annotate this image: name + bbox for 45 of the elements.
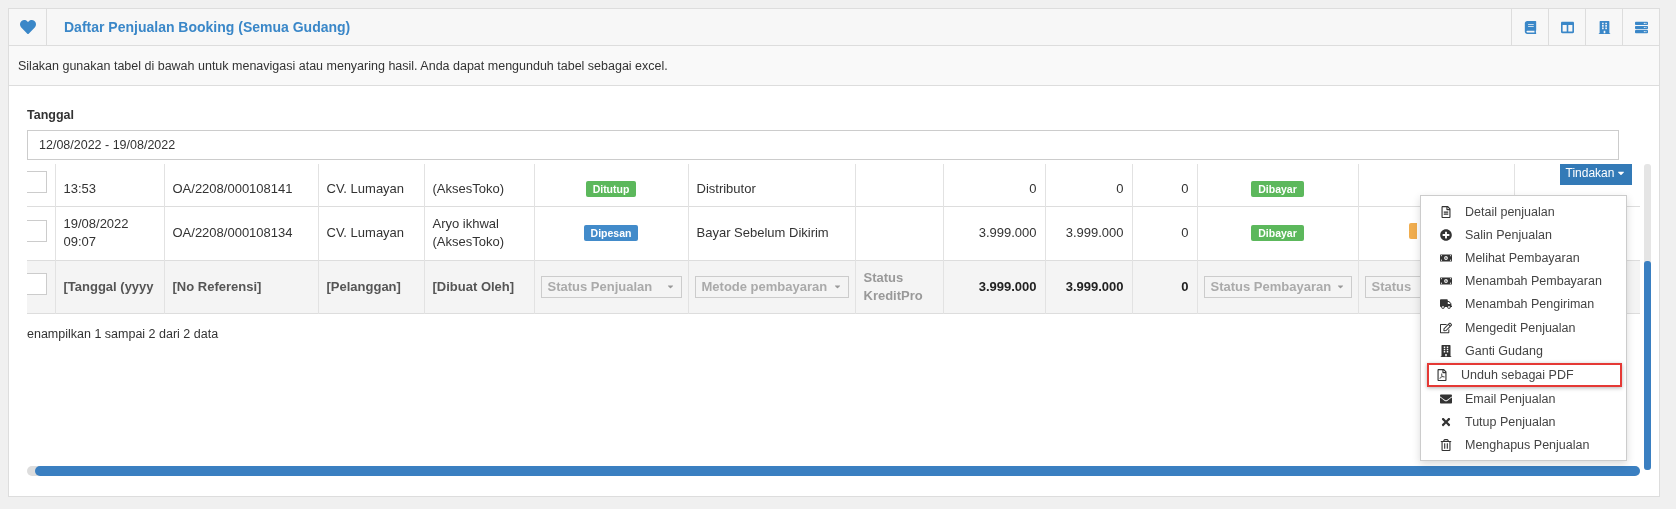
status-badge: Dipesan [583, 225, 639, 241]
table-cell: 0 [1181, 224, 1189, 242]
column-filter-label: [Pelanggan] [326, 277, 401, 296]
menu-item[interactable]: Menghapus Penjualan [1421, 433, 1626, 458]
status-badge: Ditutup [585, 180, 637, 197]
column-total: 3.999.000 [978, 277, 1037, 296]
table-cell-text: Aryo ikhwal (AksesToko) [432, 215, 506, 251]
menu-item[interactable]: Email Penjualan [1421, 387, 1626, 411]
menu-item[interactable]: Tutup Penjualan [1421, 410, 1626, 434]
column-filter-label: Status KreditPro [863, 268, 924, 305]
menu-item[interactable]: Menambah Pembayaran [1421, 269, 1626, 293]
table-cell: OA/2208/000108141 [172, 179, 293, 198]
table-cell: 0 [1029, 179, 1037, 198]
table-cell: 3.999.000 [978, 224, 1037, 242]
table-cell: 13:53 [63, 179, 97, 198]
table-cell: 0 [1181, 179, 1189, 198]
column-total: 3.999.000 [1065, 277, 1124, 296]
panel-title: Daftar Penjualan Booking (Semua Gudang) [63, 18, 352, 37]
table-cell: CV. Lumayan [326, 224, 405, 242]
menu-item[interactable]: Salin Penjualan [1421, 223, 1626, 247]
column-total: 0 [1181, 277, 1189, 296]
description-text: Silakan gunakan tabel di bawah untuk menavigasi atau menyaring hasil. Anda dapat mengunduh tabel sebagai excel. [9, 46, 1659, 86]
date-range-field[interactable]: 12/08/2022 - 19/08/2022 [27, 130, 1619, 160]
menu-item[interactable]: Unduh sebagai PDF [1427, 363, 1622, 387]
table-cell: (AksesToko) [432, 179, 505, 198]
table-info-text: enampilkan 1 sampai 2 dari 2 data [27, 326, 219, 341]
status-badge: Dibayar [1251, 180, 1304, 197]
table-cell-text: 19/08/2022 09:07 [63, 215, 130, 251]
column-filter-label: [Tanggal (yyyy [63, 277, 154, 296]
table-cell: Distributor [696, 179, 756, 198]
menu-item[interactable]: Melihat Pembayaran [1421, 246, 1626, 270]
table-cell: 3.999.000 [1065, 224, 1124, 242]
table-cell: CV. Lumayan [326, 179, 405, 198]
column-filter-label: [Dibuat Oleh] [432, 277, 515, 296]
table-cell: Bayar Sebelum Dikirim [696, 224, 829, 242]
table-cell: 0 [1116, 179, 1124, 198]
menu-item[interactable]: Menambah Pengiriman [1421, 292, 1626, 316]
menu-item[interactable]: Detail penjualan [1421, 200, 1626, 224]
column-filter-label: [No Referensi] [172, 277, 262, 296]
field-label: Tanggal [27, 108, 74, 122]
menu-item[interactable]: Ganti Gudang [1421, 339, 1626, 363]
status-badge: Dibayar [1251, 225, 1304, 241]
menu-item[interactable]: Mengedit Penjualan [1421, 315, 1626, 340]
actions-dropdown-button[interactable]: Tindakan [1559, 164, 1633, 185]
table-cell: OA/2208/000108134 [172, 224, 293, 242]
